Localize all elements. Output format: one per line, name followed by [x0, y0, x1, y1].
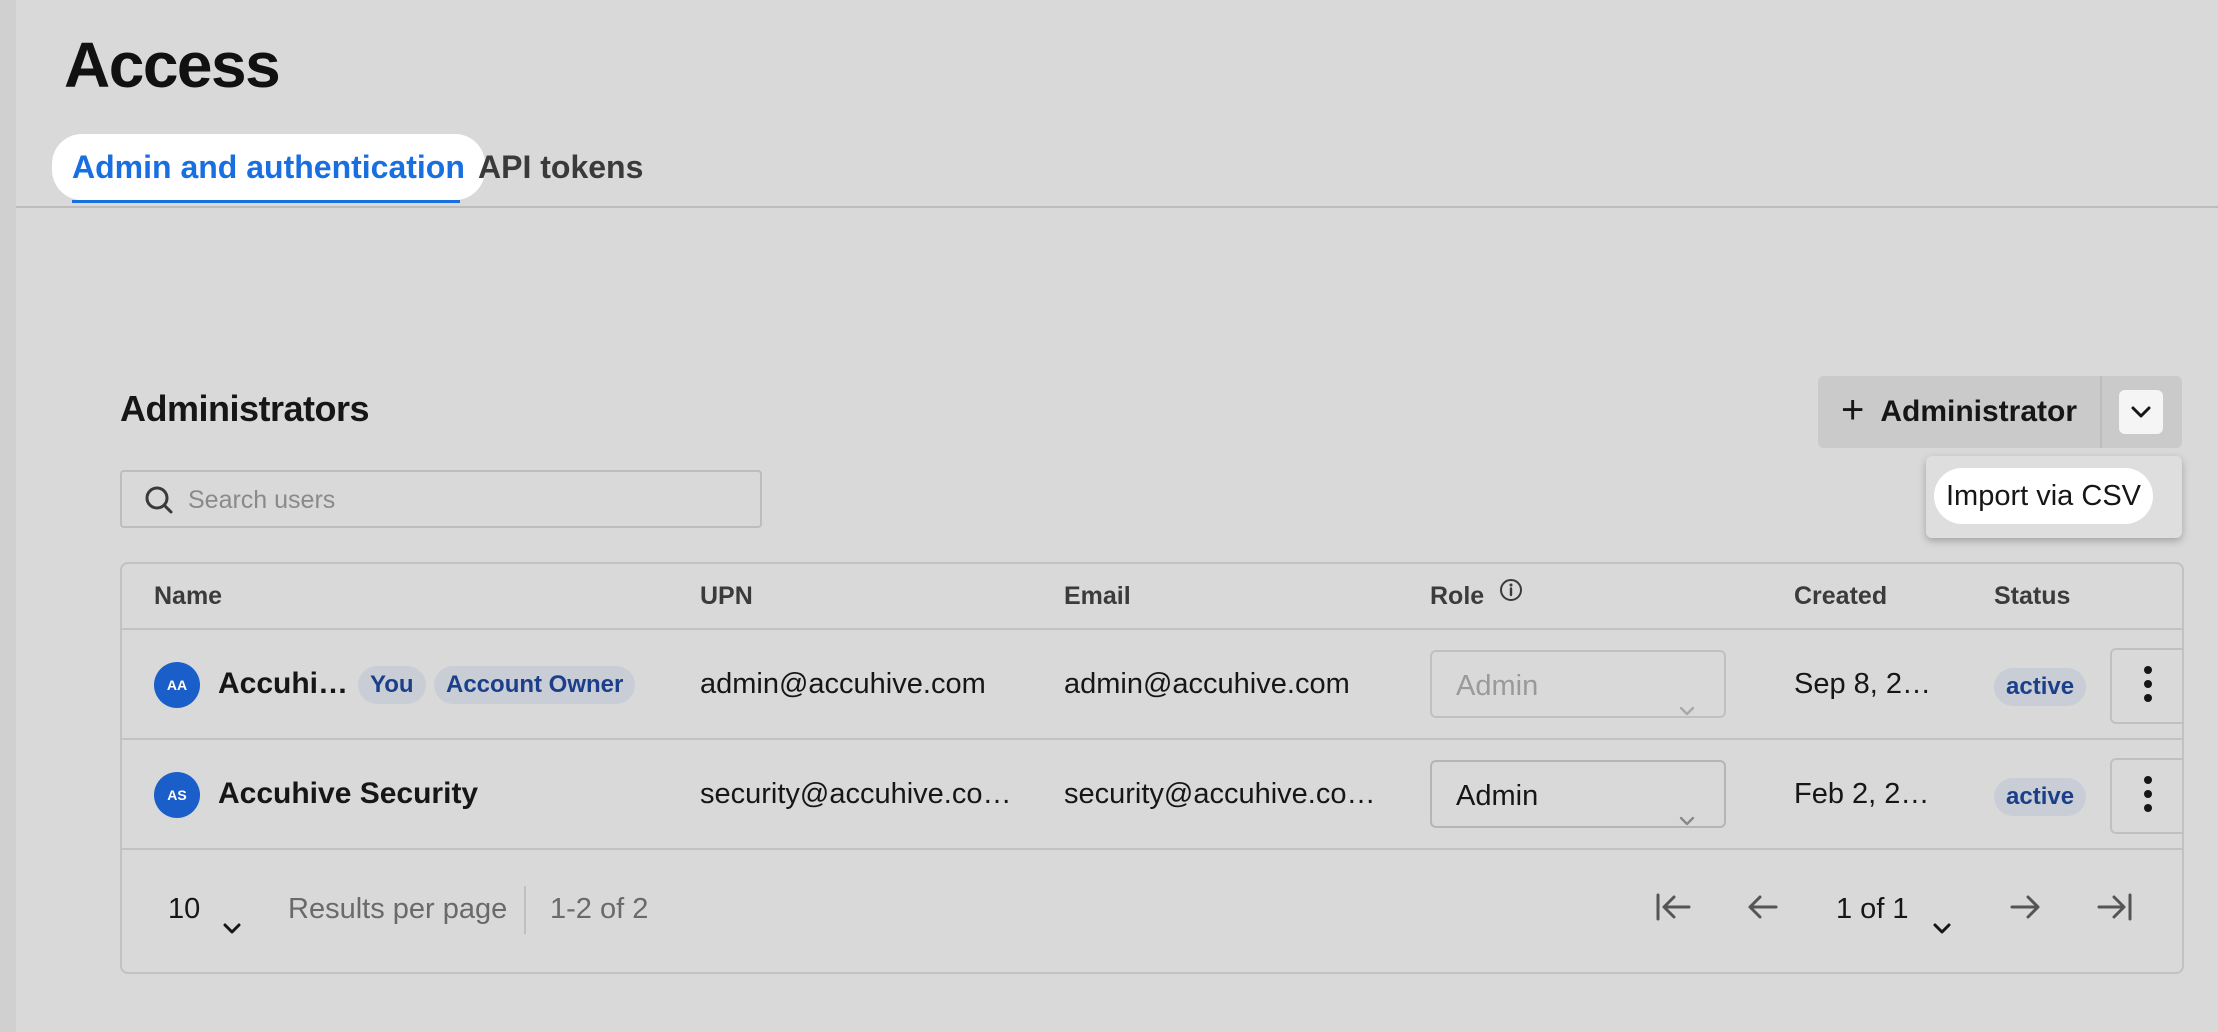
created-cell: Feb 2, 2…	[1794, 778, 1930, 810]
account-owner-badge: Account Owner	[434, 666, 636, 704]
last-page-button[interactable]	[2088, 884, 2140, 934]
plus-icon: +	[1840, 388, 1865, 432]
status-badge: active	[1994, 778, 2087, 816]
search-icon	[144, 485, 174, 520]
upn-cell: admin@accuhive.com	[700, 668, 986, 700]
kebab-icon	[2143, 774, 2153, 819]
info-icon[interactable]	[1499, 562, 1523, 626]
results-range: 1-2 of 2	[550, 893, 649, 925]
upn-cell: security@accuhive.co…	[700, 778, 1012, 810]
tab-api-tokens[interactable]: API tokens	[478, 134, 643, 200]
last-page-icon	[2095, 892, 2133, 927]
table-row: AA Accuhi… You Account Owner admin@accuh…	[122, 630, 2184, 738]
role-select: Admin	[1430, 650, 1726, 718]
first-page-icon	[1655, 892, 1693, 927]
add-administrator-label: Administrator	[1880, 395, 2078, 428]
column-header-role-label: Role	[1430, 582, 1485, 610]
next-page-button[interactable]	[2000, 884, 2052, 934]
access-page: Access Admin and authentication API toke…	[0, 0, 2218, 1032]
add-administrator-button[interactable]: + Administrator	[1818, 376, 2100, 448]
first-page-button[interactable]	[1648, 884, 1700, 934]
arrow-right-icon	[2009, 892, 2043, 927]
user-name: Accuhive Security	[218, 777, 479, 810]
row-actions-button[interactable]	[2110, 648, 2184, 724]
pagination: 10 Results per page 1-2 of 2 1 of 1	[122, 848, 2182, 970]
search-field[interactable]	[120, 470, 762, 528]
user-name: Accuhi…	[218, 667, 349, 700]
previous-page-button[interactable]	[1736, 884, 1788, 934]
email-cell: security@accuhive.co…	[1064, 778, 1376, 810]
results-per-page-label: Results per page	[288, 893, 508, 925]
column-header-status[interactable]: Status	[1994, 564, 2070, 628]
email-cell: admin@accuhive.com	[1064, 668, 1350, 700]
arrow-left-icon	[1745, 892, 1779, 927]
add-options-toggle[interactable]	[2102, 376, 2182, 448]
chevron-down-icon	[222, 902, 242, 952]
row-actions-button[interactable]	[2110, 758, 2184, 834]
search-input[interactable]	[186, 472, 750, 528]
current-page: 1 of 1	[1836, 893, 1909, 925]
active-tab-indicator	[72, 200, 460, 203]
column-header-created[interactable]: Created	[1794, 564, 1887, 628]
column-header-name[interactable]: Name	[154, 564, 222, 628]
pager-divider	[524, 886, 526, 934]
column-header-role[interactable]: Role	[1430, 564, 1523, 628]
avatar: AA	[154, 662, 200, 708]
chevron-down-icon	[1932, 902, 1952, 952]
administrators-heading: Administrators	[120, 388, 370, 429]
role-value: Admin	[1456, 780, 1539, 812]
created-cell: Sep 8, 2…	[1794, 668, 1932, 700]
tab-bar: Admin and authentication API tokens	[16, 134, 2218, 208]
administrators-table: Name UPN Email Role Created Status AA Ac…	[120, 562, 2184, 974]
per-page-value: 10	[168, 893, 201, 925]
table-row: AS Accuhive Security security@accuhive.c…	[122, 740, 2184, 848]
page-select[interactable]: 1 of 1	[1836, 884, 1956, 934]
column-header-email[interactable]: Email	[1064, 564, 1131, 628]
import-csv-menu-item[interactable]: Import via CSV	[1934, 468, 2153, 524]
kebab-icon	[2143, 664, 2153, 709]
page-title: Access	[64, 29, 281, 101]
chevron-down-icon	[2119, 390, 2163, 434]
tab-admin-authentication[interactable]: Admin and authentication	[52, 134, 485, 200]
role-value: Admin	[1456, 670, 1539, 702]
results-per-page-select[interactable]: 10	[168, 884, 258, 934]
you-badge: You	[358, 666, 426, 704]
left-strip	[0, 0, 16, 1032]
chevron-down-icon	[1678, 674, 1696, 742]
chevron-down-icon	[1678, 784, 1696, 852]
add-options-menu: Import via CSV	[1926, 456, 2182, 538]
column-header-upn[interactable]: UPN	[700, 564, 753, 628]
role-select[interactable]: Admin	[1430, 760, 1726, 828]
avatar: AS	[154, 772, 200, 818]
status-badge: active	[1994, 668, 2087, 706]
